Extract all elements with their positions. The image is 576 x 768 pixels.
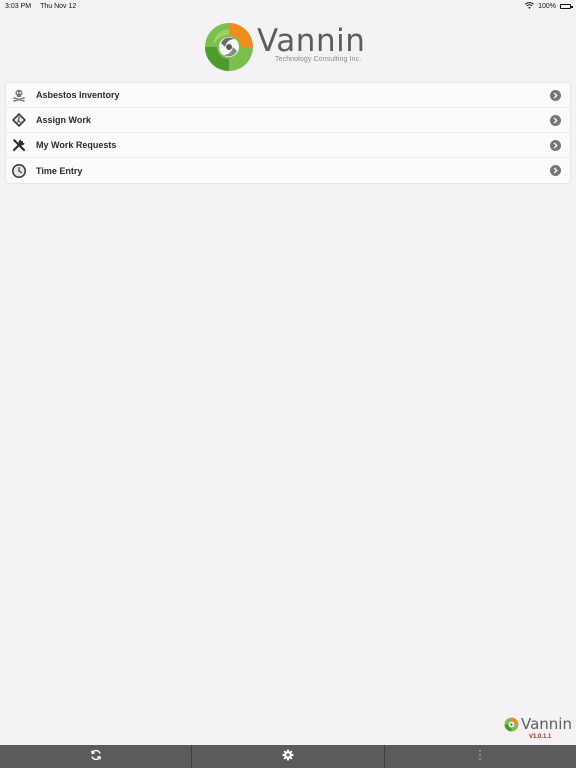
- gear-icon: [282, 748, 294, 766]
- more-button[interactable]: [385, 745, 576, 768]
- more-vertical-icon: [478, 748, 482, 766]
- skull-crossbones-icon: [10, 86, 28, 104]
- clock-icon: [10, 162, 28, 180]
- settings-button[interactable]: [192, 745, 385, 768]
- logo-name: Vannin: [257, 23, 366, 59]
- refresh-button[interactable]: [0, 745, 193, 768]
- refresh-icon: [90, 748, 102, 766]
- menu-item-label: Time Entry: [36, 165, 83, 176]
- chevron-right-circle-icon: [550, 165, 561, 176]
- menu-item-label: Assign Work: [36, 115, 91, 125]
- chevron-right-circle-icon: [550, 140, 561, 151]
- logo-tagline: Technology Consulting Inc.: [275, 56, 362, 63]
- footer-logo: Vannin V1.0.1.1: [504, 716, 572, 742]
- chevron-right-circle-icon: [550, 90, 561, 101]
- status-bar: 3:03 PM Thu Nov 12 100%: [0, 0, 576, 12]
- menu-item-label: My Work Requests: [36, 140, 117, 150]
- menu-item-time-entry[interactable]: Time Entry: [6, 158, 570, 183]
- road-sign-icon: [10, 111, 28, 129]
- menu-item-assign-work[interactable]: Assign Work: [6, 108, 570, 133]
- menu-item-asbestos-inventory[interactable]: Asbestos Inventory: [6, 83, 570, 108]
- menu-item-my-work-requests[interactable]: My Work Requests: [6, 133, 570, 158]
- app-version: V1.0.1.1: [529, 734, 552, 740]
- main-menu: Asbestos Inventory Assign Work My Work R…: [5, 82, 571, 184]
- tools-icon: [10, 136, 28, 154]
- wifi-icon: [525, 1, 534, 11]
- status-date: Thu Nov 12: [40, 2, 77, 10]
- footer-logo-name: Vannin: [521, 715, 572, 733]
- header-logo: Vannin Technology Consulting Inc.: [203, 20, 379, 74]
- bottom-toolbar: [0, 745, 576, 768]
- vannin-logo-mark-icon: [205, 23, 253, 71]
- status-time: 3:03 PM: [5, 2, 32, 10]
- battery-percent: 100%: [538, 2, 556, 10]
- chevron-right-circle-icon: [550, 115, 561, 126]
- menu-item-label: Asbestos Inventory: [36, 90, 120, 100]
- screen: 3:03 PM Thu Nov 12 100% Vannin Technolog…: [0, 0, 576, 768]
- battery-icon: [560, 3, 573, 9]
- vannin-logo-mark-icon: [504, 717, 519, 732]
